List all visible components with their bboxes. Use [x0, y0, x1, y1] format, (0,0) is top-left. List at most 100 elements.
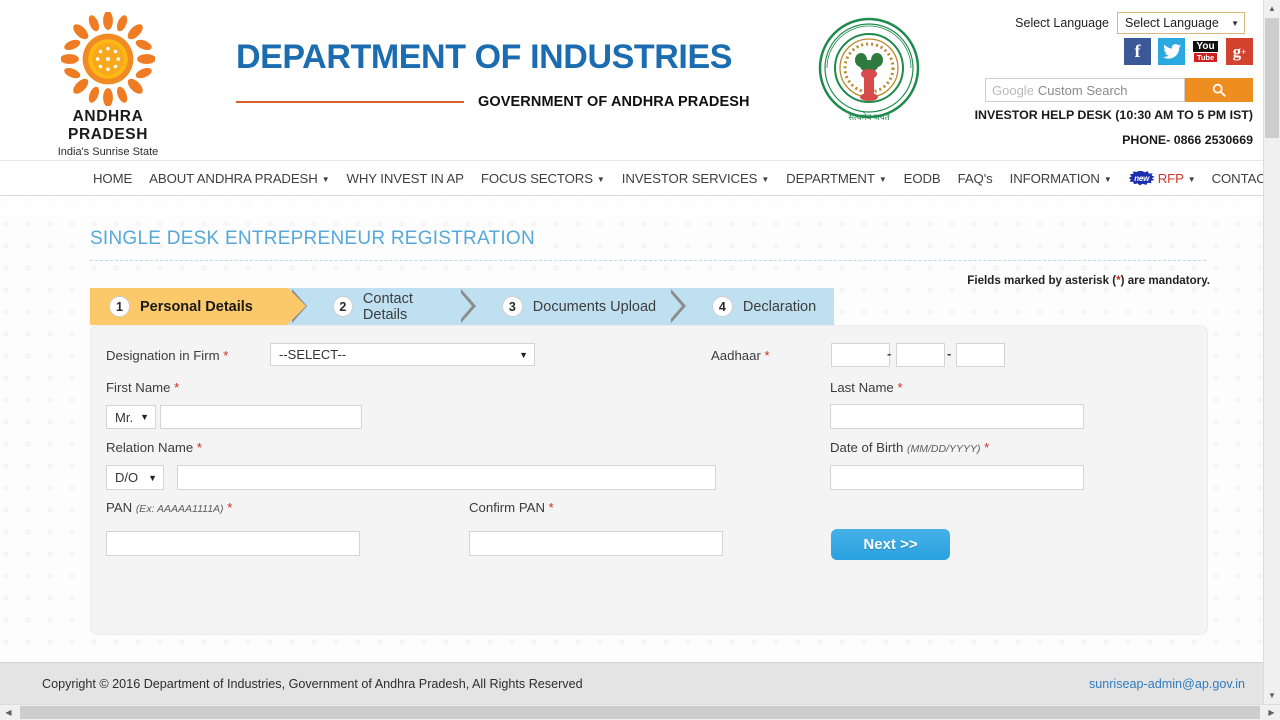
relation-name-label: Relation Name * [106, 440, 202, 455]
step-personal-details[interactable]: 1 Personal Details [90, 288, 306, 325]
chevron-down-icon: ▼ [1231, 18, 1239, 28]
nav-item-information[interactable]: INFORMATION ▼ [1010, 171, 1112, 186]
confirm-pan-label-text: Confirm PAN [469, 500, 545, 515]
youtube-icon[interactable]: You Tube [1192, 38, 1219, 65]
nav-item-home[interactable]: HOME [93, 171, 132, 186]
ap-government-emblem-icon: सत्यमेव जयते [813, 14, 925, 130]
horizontal-scroll-thumb[interactable] [20, 706, 1260, 719]
pan-input[interactable] [106, 531, 360, 556]
relation-name-input[interactable] [177, 465, 716, 490]
site-header: ANDHRA PRADESH India's Sunrise State DEP… [0, 0, 1263, 160]
site-footer: Copyright © 2016 Department of Industrie… [0, 662, 1263, 704]
scroll-up-icon[interactable]: ▲ [1264, 0, 1280, 17]
next-button[interactable]: Next >> [831, 529, 950, 560]
vertical-scrollbar[interactable]: ▲ ▼ [1263, 0, 1280, 704]
facebook-icon[interactable]: f [1124, 38, 1151, 65]
nav-item-eodb[interactable]: EODB [904, 171, 941, 186]
note-pre: Fields marked by asterisk ( [967, 274, 1117, 287]
ap-logo[interactable]: ANDHRA PRADESH India's Sunrise State [38, 12, 178, 158]
date-of-birth-label: Date of Birth (MM/DD/YYYY) * [830, 440, 989, 455]
logo-tagline: India's Sunrise State [57, 146, 159, 158]
horizontal-scrollbar[interactable]: ◀ ▶ [0, 704, 1280, 720]
page-title: DEPARTMENT OF INDUSTRIES [236, 38, 733, 76]
government-title: GOVERNMENT OF ANDHRA PRADESH [478, 94, 750, 110]
step-number: 1 [109, 296, 130, 317]
sun-logo-icon [61, 12, 155, 106]
required-asterisk: * [174, 380, 180, 395]
scroll-left-icon[interactable]: ◀ [0, 705, 17, 720]
nav-label: HOME [93, 170, 133, 186]
language-label: Select Language [1015, 16, 1109, 30]
header-titles: DEPARTMENT OF INDUSTRIES GOVERNMENT OF A… [236, 40, 796, 110]
step-declaration[interactable]: 4 Declaration [693, 288, 834, 325]
aadhaar-part2-input[interactable] [896, 343, 945, 367]
nav-label: CONTACT [1211, 170, 1263, 186]
required-asterisk: * [984, 440, 990, 455]
nav-item-contact[interactable]: CONTACT ▼ [1212, 171, 1263, 186]
required-asterisk: * [897, 380, 903, 395]
relation-type-select[interactable]: D/O ▼ [106, 465, 164, 490]
registration-page-title: SINGLE DESK ENTREPRENEUR REGISTRATION [90, 228, 535, 249]
step-label: Contact Details [362, 290, 413, 323]
site-search: Google Custom Search [985, 78, 1253, 102]
date-of-birth-input[interactable] [830, 465, 1084, 490]
step-label: Personal Details [140, 298, 253, 315]
step-chevron-icon [457, 288, 483, 325]
investor-help-desk: INVESTOR HELP DESK (10:30 AM TO 5 PM IST… [974, 108, 1253, 122]
nav-item-investor-services[interactable]: INVESTOR SERVICES ▼ [621, 170, 770, 186]
aadhaar-part3-input[interactable] [956, 343, 1005, 367]
nav-label: FAQ's [957, 170, 993, 186]
page-content: ANDHRA PRADESH India's Sunrise State DEP… [0, 0, 1263, 704]
google-brand-label: Google [992, 82, 1034, 98]
pan-label: PAN (Ex: AAAAA1111A) * [106, 500, 232, 515]
nav-item-faqs[interactable]: FAQ's [958, 171, 993, 186]
language-select[interactable]: Select Language ▼ [1117, 12, 1245, 34]
chevron-down-icon: ▼ [596, 174, 605, 184]
step-label: Declaration [742, 298, 817, 315]
chevron-down-icon: ▼ [519, 349, 528, 360]
nav-item-why-invest-in-ap[interactable]: WHY INVEST IN AP [347, 171, 464, 186]
title-divider [90, 260, 1206, 261]
salutation-value: Mr. [115, 409, 134, 425]
step-contact-details[interactable]: 2 Contact Details [314, 288, 457, 325]
nav-item-about-andhra-pradesh[interactable]: ABOUT ANDHRA PRADESH ▼ [149, 171, 329, 186]
twitter-icon[interactable] [1158, 38, 1185, 65]
step-documents-upload[interactable]: 3 Documents Upload [483, 288, 667, 325]
step-chevron-icon [667, 288, 693, 325]
aadhaar-part1-input[interactable] [831, 343, 890, 367]
nav-item-rfp[interactable]: new RFP ▼ [1128, 170, 1196, 186]
nav-label: WHY INVEST IN AP [346, 170, 464, 186]
last-name-input[interactable] [830, 404, 1084, 429]
relation-name-label-text: Relation Name [106, 440, 194, 455]
vertical-scroll-thumb[interactable] [1265, 18, 1279, 138]
copyright-text: Copyright © 2016 Department of Industrie… [42, 676, 583, 691]
search-button[interactable] [1185, 78, 1253, 102]
nav-label: INVESTOR SERVICES [621, 170, 758, 186]
search-input[interactable]: Google Custom Search [985, 78, 1185, 102]
nav-label: INFORMATION [1009, 170, 1100, 186]
chevron-down-icon: ▼ [140, 412, 149, 422]
confirm-pan-input[interactable] [469, 531, 723, 556]
browser-viewport: ANDHRA PRADESH India's Sunrise State DEP… [0, 0, 1280, 720]
googleplus-icon[interactable]: g + [1226, 38, 1253, 65]
scroll-right-icon[interactable]: ▶ [1263, 705, 1280, 720]
first-name-label-text: First Name [106, 380, 171, 395]
svg-text:सत्यमेव जयते: सत्यमेव जयते [848, 112, 889, 122]
scroll-down-icon[interactable]: ▼ [1264, 687, 1280, 704]
help-desk-phone: PHONE- 0866 2530669 [1122, 133, 1253, 147]
chevron-down-icon: ▼ [321, 174, 330, 184]
aadhaar-separator-1: - [887, 346, 892, 361]
admin-email-link[interactable]: sunriseap-admin@ap.gov.in [1089, 677, 1245, 691]
salutation-select[interactable]: Mr. ▼ [106, 405, 156, 429]
first-name-input[interactable] [160, 405, 362, 429]
title-rule [236, 101, 464, 103]
designation-select-value: --SELECT-- [279, 347, 347, 362]
step-number: 3 [501, 296, 523, 317]
required-asterisk: * [223, 348, 229, 363]
nav-item-focus-sectors[interactable]: FOCUS SECTORS ▼ [481, 171, 605, 186]
nav-item-department[interactable]: DEPARTMENT ▼ [786, 171, 887, 186]
designation-select[interactable]: --SELECT-- ▼ [270, 343, 535, 366]
designation-label-text: Designation in Firm [106, 348, 220, 363]
new-badge-label: new [1134, 173, 1150, 183]
search-icon [1212, 83, 1226, 97]
